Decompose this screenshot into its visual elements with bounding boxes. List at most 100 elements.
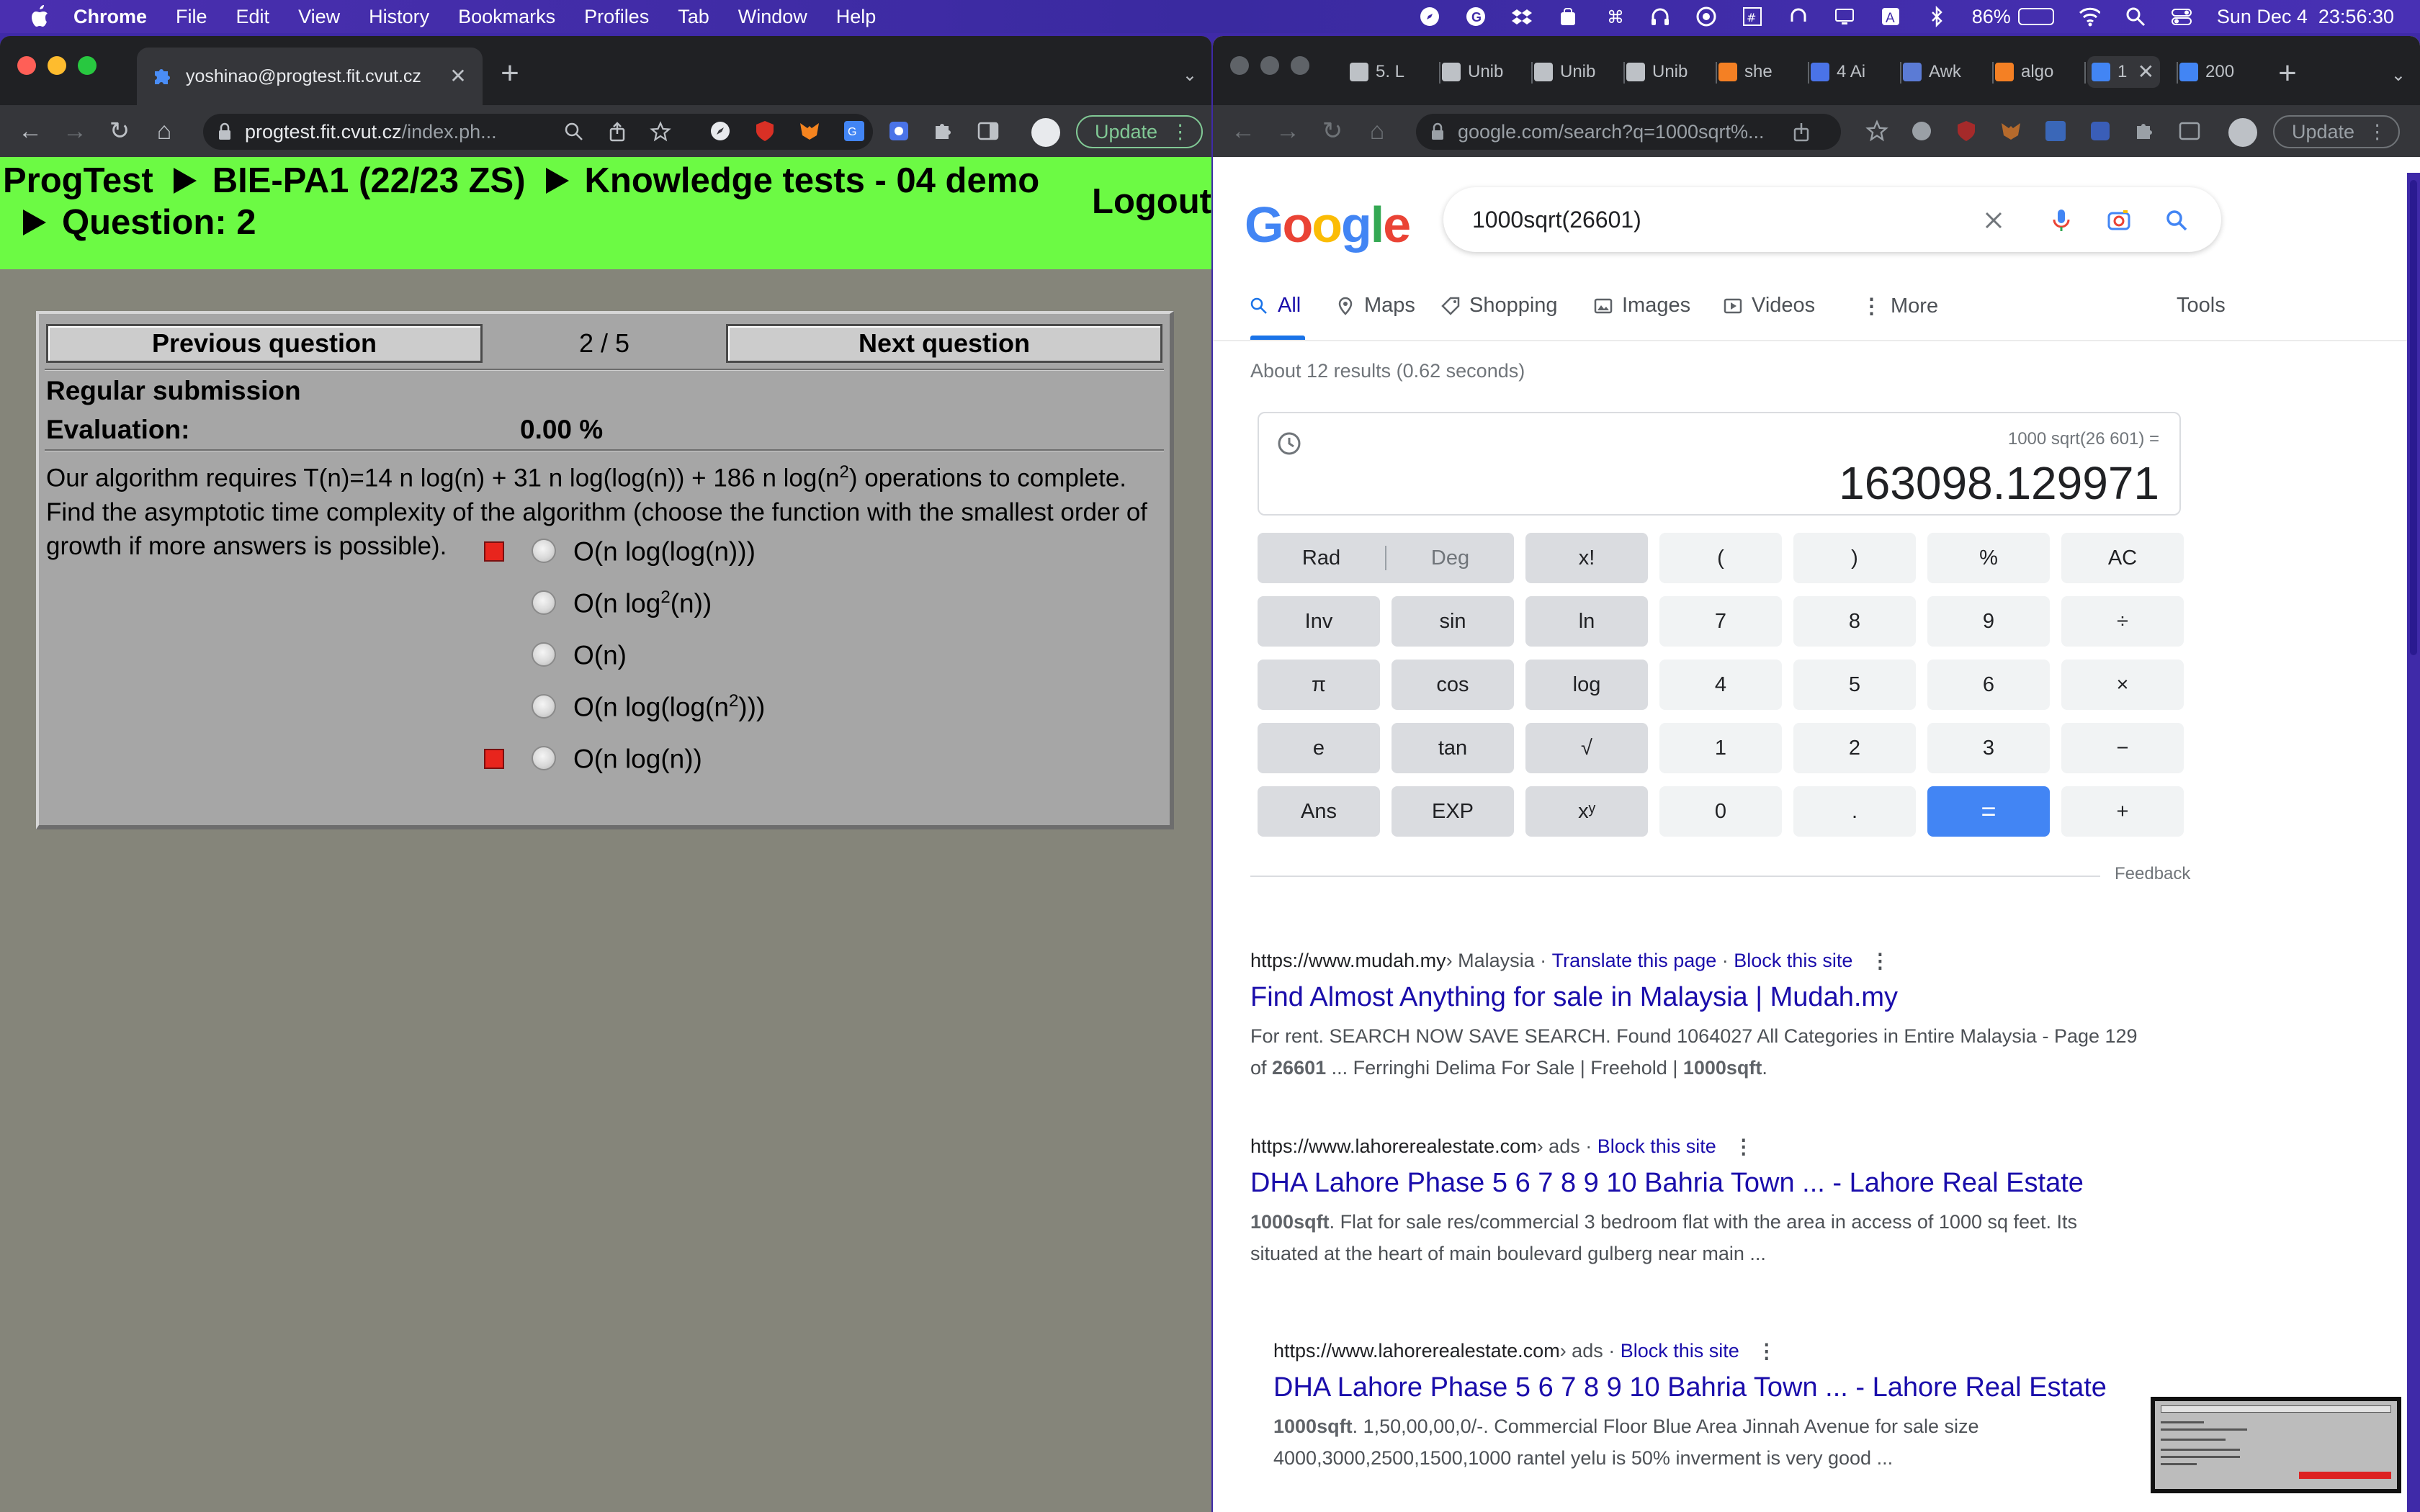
search-box[interactable] — [1443, 187, 2221, 252]
home-icon[interactable]: ⌂ — [1363, 117, 1392, 145]
calc-key[interactable]: 7 — [1659, 596, 1782, 647]
browser-tab[interactable]: 1 ✕ — [2087, 56, 2161, 88]
calc-key[interactable]: 9 — [1927, 596, 2050, 647]
answer-radio[interactable] — [532, 746, 556, 770]
menu-app-name[interactable]: Chrome — [73, 6, 147, 28]
nav-tab-more[interactable]: ⋮ More — [1861, 294, 1938, 319]
extension-blue-icon[interactable] — [2089, 120, 2112, 143]
extension-compass-icon[interactable] — [709, 120, 732, 143]
search-input[interactable] — [1472, 206, 1904, 233]
calc-key[interactable]: 3 — [1927, 723, 2050, 773]
minimize-window-button[interactable] — [1260, 56, 1279, 75]
menubar-clock[interactable]: Sun Dec 4 23:56:30 — [2217, 6, 2394, 28]
forward-arrow-icon[interactable]: → — [1273, 117, 1302, 145]
airpods-icon[interactable] — [1788, 6, 1809, 27]
calc-key[interactable]: log — [1525, 660, 1648, 710]
home-icon[interactable]: ⌂ — [150, 117, 179, 145]
nav-tab-images[interactable]: Images — [1593, 294, 1690, 318]
breadcrumb-course[interactable]: BIE-PA1 (22/23 ZS) — [212, 161, 526, 200]
nav-tab-videos[interactable]: Videos — [1723, 294, 1815, 318]
browser-tab[interactable]: Unib — [1626, 56, 1688, 88]
answer-radio[interactable] — [532, 539, 556, 563]
result-url[interactable]: https://www.lahorerealestate.com — [1250, 1135, 1537, 1158]
tab-search-chevron-icon[interactable]: ⌄ — [1183, 65, 1197, 86]
calc-key[interactable]: 2 — [1793, 723, 1916, 773]
zoom-icon[interactable] — [563, 121, 585, 143]
nav-tab-maps[interactable]: Maps — [1335, 294, 1415, 318]
answer-radio[interactable] — [532, 590, 556, 615]
progtest-thumbnail-preview[interactable] — [2151, 1397, 2401, 1493]
answer-option[interactable]: O(n log(n)) — [39, 739, 1162, 782]
calc-key[interactable]: EXP — [1392, 786, 1514, 837]
result-action-link[interactable]: Block this site — [1597, 1135, 1716, 1158]
extension-ublock-icon[interactable] — [1955, 120, 1978, 143]
spotlight-search-icon[interactable] — [2125, 6, 2146, 27]
calc-key[interactable]: e — [1258, 723, 1380, 773]
headphone-icon[interactable] — [1649, 6, 1671, 27]
calc-key[interactable]: ) — [1793, 533, 1916, 583]
search-icon[interactable] — [2164, 207, 2190, 233]
menu-help[interactable]: Help — [836, 6, 877, 28]
extension-translate-icon[interactable]: G — [843, 120, 866, 143]
calc-key[interactable]: sin — [1392, 596, 1514, 647]
reload-icon[interactable]: ↻ — [105, 117, 134, 145]
calc-key[interactable]: Rad Deg — [1258, 533, 1514, 583]
calc-key[interactable]: 0 — [1659, 786, 1782, 837]
calc-key[interactable]: ln — [1525, 596, 1648, 647]
share-icon[interactable] — [606, 121, 628, 143]
text-input-icon[interactable]: A — [1880, 6, 1901, 27]
calc-key[interactable]: % — [1927, 533, 2050, 583]
answer-option[interactable]: O(n log(log(n2))) — [39, 687, 1162, 730]
calc-key[interactable]: AC — [2061, 533, 2184, 583]
browser-tab[interactable]: 5. L — [1350, 56, 1404, 88]
back-arrow-icon[interactable]: ← — [16, 117, 45, 145]
display-icon[interactable] — [1834, 6, 1855, 27]
tab-search-chevron-icon[interactable]: ⌄ — [2391, 65, 2406, 86]
calc-key[interactable]: 8 — [1793, 596, 1916, 647]
previous-question-button[interactable]: Previous question — [46, 324, 483, 363]
calc-key[interactable]: √ — [1525, 723, 1648, 773]
menu-window[interactable]: Window — [738, 6, 807, 28]
chrome-update-button[interactable]: Update ⋮ — [2273, 115, 2401, 148]
close-window-button[interactable] — [1230, 56, 1249, 75]
zoom-window-button[interactable] — [1291, 56, 1309, 75]
more-options-icon[interactable]: ⋮ — [1870, 949, 1890, 973]
calc-key[interactable]: x! — [1525, 533, 1648, 583]
input-method-icon[interactable]: # — [1742, 6, 1763, 27]
result-action-link[interactable]: Block this site — [1621, 1340, 1739, 1362]
calc-key[interactable]: × — [2061, 660, 2184, 710]
bookmark-star-icon[interactable] — [1865, 120, 1888, 143]
calc-key[interactable]: 5 — [1793, 660, 1916, 710]
bluetooth-icon[interactable] — [1926, 6, 1948, 27]
result-url[interactable]: https://www.lahorerealestate.com — [1273, 1340, 1560, 1362]
address-bar[interactable]: google.com /search?q=1000sqrt%... — [1416, 114, 1841, 150]
extension-blue-icon[interactable] — [887, 120, 910, 143]
control-center-icon[interactable] — [2171, 6, 2192, 27]
calc-key[interactable]: + — [2061, 786, 2184, 837]
google-logo[interactable]: Google — [1245, 196, 1411, 253]
grammarly-icon[interactable]: G — [1465, 6, 1487, 27]
menu-tab[interactable]: Tab — [678, 6, 709, 28]
close-window-button[interactable] — [17, 56, 36, 75]
browser-tab[interactable]: 200 — [2179, 56, 2234, 88]
feedback-link[interactable]: Feedback — [2115, 864, 2190, 884]
browser-tab[interactable]: algo — [1995, 56, 2053, 88]
result-action-link[interactable]: Translate this page — [1552, 950, 1717, 972]
tools-button[interactable]: Tools — [2177, 294, 2226, 318]
menu-profiles[interactable]: Profiles — [584, 6, 649, 28]
menu-edit[interactable]: Edit — [236, 6, 270, 28]
reload-icon[interactable]: ↻ — [1318, 117, 1347, 145]
profile-avatar[interactable] — [1031, 118, 1060, 147]
history-icon[interactable] — [1273, 428, 1305, 459]
calc-key[interactable]: tan — [1392, 723, 1514, 773]
result-url[interactable]: https://www.mudah.my — [1250, 950, 1446, 972]
calc-key[interactable]: ÷ — [2061, 596, 2184, 647]
tab-close-icon[interactable]: ✕ — [2136, 62, 2156, 82]
result-title-link[interactable]: Find Almost Anything for sale in Malaysi… — [1250, 978, 2143, 1016]
profile-avatar[interactable] — [2228, 118, 2257, 147]
zoom-window-button[interactable] — [78, 56, 97, 75]
answer-radio[interactable] — [532, 694, 556, 719]
result-title-link[interactable]: DHA Lahore Phase 5 6 7 8 9 10 Bahria Tow… — [1273, 1369, 2166, 1406]
bookmark-star-icon[interactable] — [650, 121, 671, 143]
browser-tab[interactable]: she — [1718, 56, 1773, 88]
